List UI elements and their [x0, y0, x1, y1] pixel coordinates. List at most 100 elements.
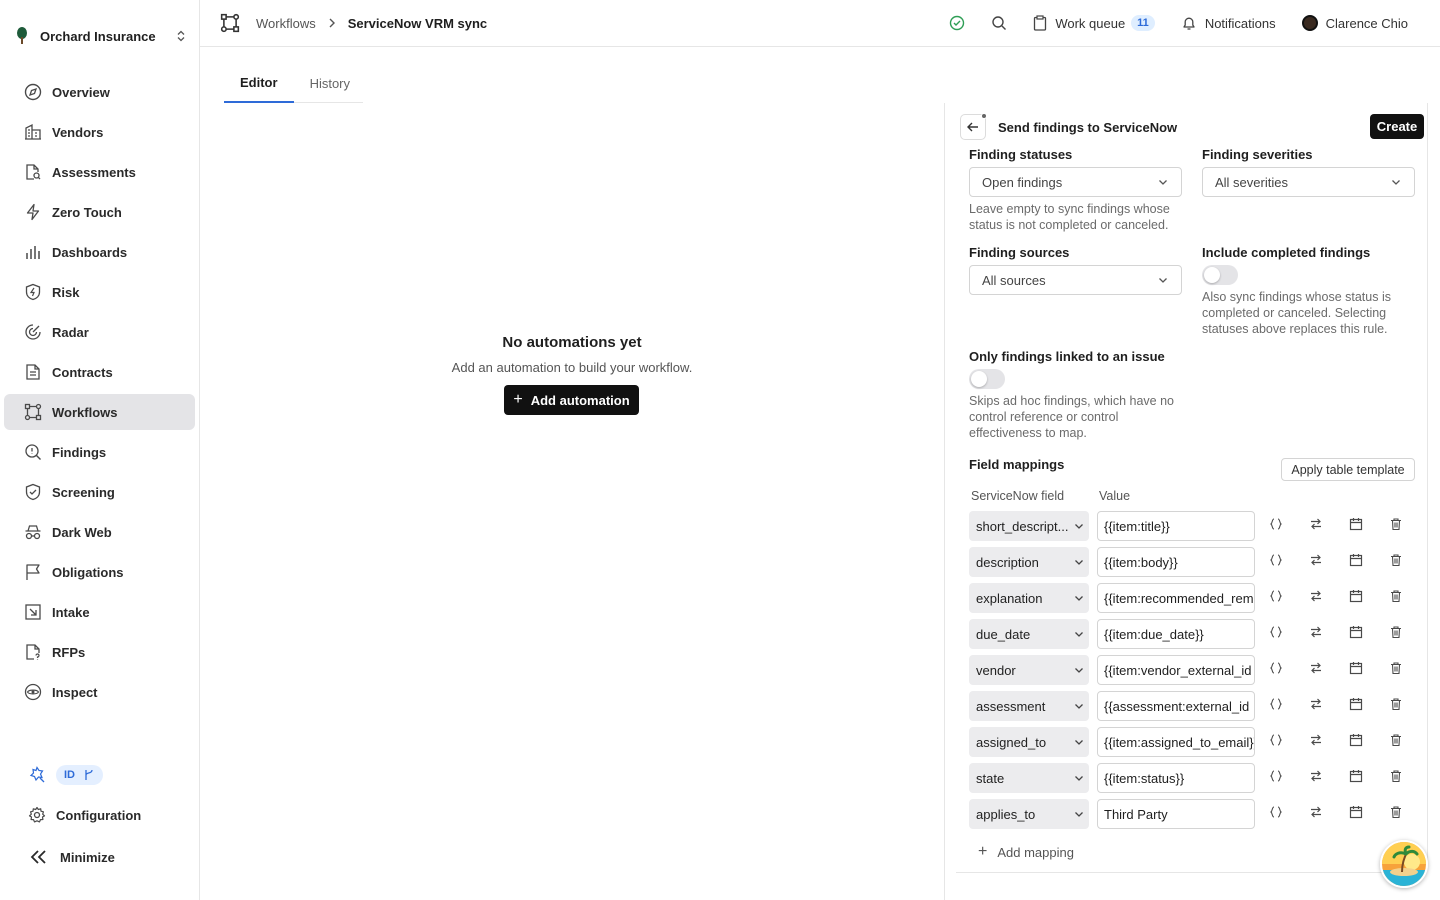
sidebar-item-findings[interactable]: Findings [4, 434, 195, 470]
sidebar-item-obligations[interactable]: Obligations [4, 554, 195, 590]
sidebar-item-zero-touch[interactable]: Zero Touch [4, 194, 195, 230]
sidebar-item-workflows[interactable]: Workflows [4, 394, 195, 430]
create-button[interactable]: Create [1370, 114, 1424, 139]
swap-icon[interactable] [1309, 589, 1323, 603]
calendar-icon[interactable] [1349, 625, 1363, 639]
swap-icon[interactable] [1309, 805, 1323, 819]
sidebar-item-contracts[interactable]: Contracts [4, 354, 195, 390]
org-switcher[interactable]: Orchard Insurance [12, 22, 188, 50]
sidebar-item-risk[interactable]: Risk [4, 274, 195, 310]
tab-history[interactable]: History [294, 64, 366, 102]
mapping-value-input[interactable]: {{assessment:external_id [1097, 691, 1255, 721]
trash-icon[interactable] [1389, 661, 1403, 675]
toggle-knob [971, 371, 987, 387]
swap-icon[interactable] [1309, 769, 1323, 783]
work-queue-button[interactable]: Work queue 11 [1033, 15, 1155, 31]
mapping-value-input[interactable]: {{item:body}} [1097, 547, 1255, 577]
back-button[interactable] [960, 113, 987, 140]
servicenow-field-select[interactable]: explanation [969, 583, 1089, 613]
include-completed-toggle[interactable] [1202, 265, 1238, 285]
calendar-icon[interactable] [1349, 517, 1363, 531]
braces-icon[interactable] [1269, 661, 1283, 675]
sidebar-item-dark-web[interactable]: Dark Web [4, 514, 195, 550]
trash-icon[interactable] [1389, 697, 1403, 711]
finding-sources-select[interactable]: All sources [969, 265, 1182, 295]
id-badge[interactable]: ID [56, 765, 103, 785]
swap-icon[interactable] [1309, 625, 1323, 639]
mapping-value-input[interactable]: {{item:vendor_external_id [1097, 655, 1255, 685]
calendar-icon[interactable] [1349, 697, 1363, 711]
calendar-icon[interactable] [1349, 589, 1363, 603]
search-button[interactable] [991, 15, 1007, 31]
servicenow-field-select[interactable]: vendor [969, 655, 1089, 685]
braces-icon[interactable] [1269, 805, 1283, 819]
trash-icon[interactable] [1389, 517, 1403, 531]
calendar-icon[interactable] [1349, 769, 1363, 783]
sidebar-item-radar[interactable]: Radar [4, 314, 195, 350]
braces-icon[interactable] [1269, 553, 1283, 567]
notifications-button[interactable]: Notifications [1181, 15, 1276, 31]
shield-bolt-icon [25, 283, 41, 301]
mapping-value-input[interactable]: {{item:status}} [1097, 763, 1255, 793]
trash-icon[interactable] [1389, 769, 1403, 783]
servicenow-field-select[interactable]: state [969, 763, 1089, 793]
servicenow-field-select[interactable]: applies_to [969, 799, 1089, 829]
sidebar-item-assessments[interactable]: Assessments [4, 154, 195, 190]
add-mapping-button[interactable]: + Add mapping [978, 843, 1074, 861]
trash-icon[interactable] [1389, 553, 1403, 567]
sidebar-item-screening[interactable]: Screening [4, 474, 195, 510]
trash-icon[interactable] [1389, 733, 1403, 747]
sidebar-item-inspect[interactable]: Inspect [4, 674, 195, 710]
minimize-button[interactable]: Minimize [28, 848, 115, 866]
mapping-value-input[interactable]: {{item:due_date}} [1097, 619, 1255, 649]
servicenow-field-select[interactable]: description [969, 547, 1089, 577]
status-check-icon[interactable] [949, 15, 965, 31]
mapping-value-input[interactable]: Third Party [1097, 799, 1255, 829]
sidebar-item-rfps[interactable]: RFPs [4, 634, 195, 670]
mapping-value-input[interactable]: {{item:title}} [1097, 511, 1255, 541]
mapping-value-input[interactable]: {{item:recommended_rem [1097, 583, 1255, 613]
trash-icon[interactable] [1389, 589, 1403, 603]
braces-icon[interactable] [1269, 769, 1283, 783]
add-automation-button[interactable]: + Add automation [504, 385, 639, 415]
user-menu[interactable]: Clarence Chio [1301, 15, 1408, 31]
servicenow-field-select[interactable]: assigned_to [969, 727, 1089, 757]
finding-statuses-select[interactable]: Open findings [969, 167, 1182, 197]
swap-icon[interactable] [1309, 661, 1323, 675]
calendar-icon[interactable] [1349, 553, 1363, 567]
braces-icon[interactable] [1269, 733, 1283, 747]
apply-table-template-button[interactable]: Apply table template [1281, 458, 1415, 481]
braces-icon[interactable] [1269, 589, 1283, 603]
swap-icon[interactable] [1309, 553, 1323, 567]
chevron-down-icon [1075, 668, 1083, 673]
linked-issue-toggle[interactable] [969, 369, 1005, 389]
servicenow-field-select[interactable]: due_date [969, 619, 1089, 649]
top-actions: Work queue 11 Notifications Clarence Chi… [949, 0, 1408, 46]
swap-icon[interactable] [1309, 517, 1323, 531]
calendar-icon[interactable] [1349, 661, 1363, 675]
trash-icon[interactable] [1389, 805, 1403, 819]
braces-icon[interactable] [1269, 697, 1283, 711]
braces-icon[interactable] [1269, 517, 1283, 531]
sidebar-item-dashboards[interactable]: Dashboards [4, 234, 195, 270]
braces-icon[interactable] [1269, 625, 1283, 639]
tab-editor[interactable]: Editor [224, 64, 294, 103]
finding-severities-select[interactable]: All severities [1202, 167, 1415, 197]
sidebar-item-vendors[interactable]: Vendors [4, 114, 195, 150]
calendar-icon[interactable] [1349, 805, 1363, 819]
chevron-down-icon [1075, 704, 1083, 709]
sparkle-check-icon[interactable] [28, 766, 46, 784]
mapping-value-input[interactable]: {{item:assigned_to_email}} [1097, 727, 1255, 757]
calendar-icon[interactable] [1349, 733, 1363, 747]
building-icon [25, 123, 41, 140]
trash-icon[interactable] [1389, 625, 1403, 639]
swap-icon[interactable] [1309, 697, 1323, 711]
assistant-launcher[interactable] [1380, 840, 1428, 888]
configuration-link[interactable]: Configuration [28, 806, 141, 824]
sidebar-item-overview[interactable]: Overview [4, 74, 195, 110]
servicenow-field-select[interactable]: assessment [969, 691, 1089, 721]
breadcrumb-workflows[interactable]: Workflows [256, 16, 316, 31]
servicenow-field-select[interactable]: short_descript... [969, 511, 1089, 541]
sidebar-item-intake[interactable]: Intake [4, 594, 195, 630]
swap-icon[interactable] [1309, 733, 1323, 747]
